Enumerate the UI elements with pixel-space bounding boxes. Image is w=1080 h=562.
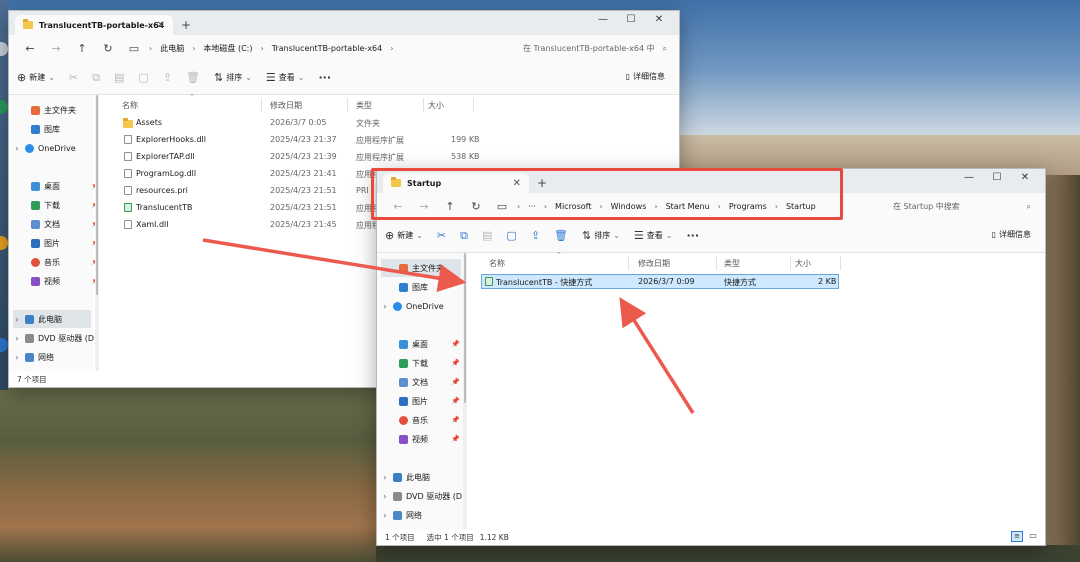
arrow-to-shortcut <box>619 297 695 414</box>
annotation-arrows <box>202 238 695 414</box>
arrow-to-shortcut <box>202 238 467 293</box>
